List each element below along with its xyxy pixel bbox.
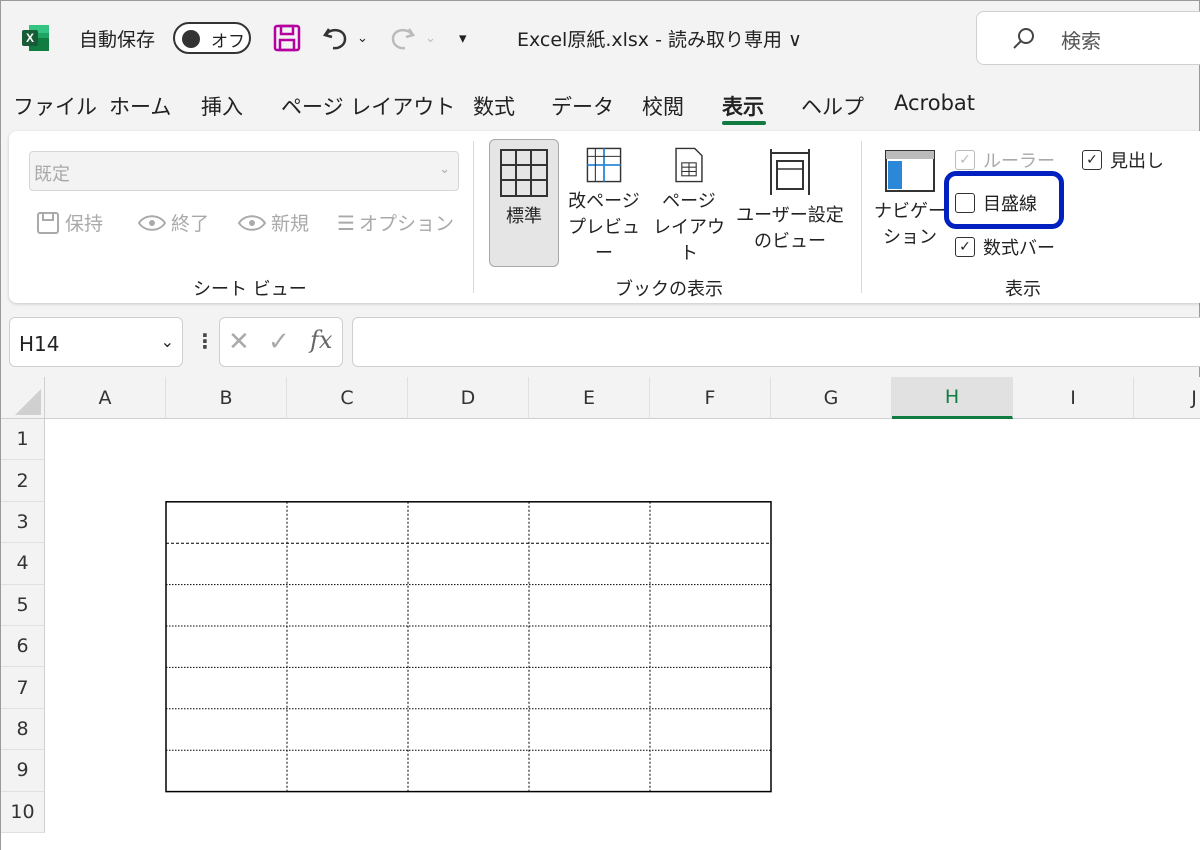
tab-data[interactable]: データ: [551, 91, 614, 121]
custom-views-icon: [770, 149, 810, 195]
page-layout-icon: [675, 147, 703, 183]
custom-views-button[interactable]: ユーザー設定 のビュー: [733, 139, 847, 267]
gridlines-highlight: [944, 171, 1064, 229]
view-options-button: ☰ オプション: [337, 209, 454, 236]
autosave-toggle[interactable]: オフ: [173, 22, 251, 54]
search-input[interactable]: 検索: [976, 11, 1200, 65]
insert-function-icon[interactable]: fx: [310, 326, 332, 354]
undo-dropdown-icon[interactable]: ⌄: [357, 21, 368, 55]
customize-toolbar-icon[interactable]: ▾: [459, 21, 467, 55]
enter-icon[interactable]: ✓: [268, 327, 290, 357]
save-icon: [37, 211, 59, 234]
checkbox-checked-icon: ✓: [955, 237, 975, 257]
page-break-preview-label: 改ページ プレビュー: [568, 191, 640, 264]
normal-view-button[interactable]: 標準: [489, 139, 559, 267]
bordered-table: [165, 501, 772, 793]
save-icon[interactable]: [271, 21, 303, 55]
toggle-label: オフ: [211, 32, 245, 52]
svg-text:X: X: [26, 31, 34, 45]
menu-bar: ファイル ホーム 挿入 ページ レイアウト 数式 データ 校閲 表示 ヘルプ A…: [1, 87, 1200, 125]
list-icon: ☰: [337, 210, 355, 235]
undo-icon[interactable]: [321, 21, 351, 55]
toggle-knob: [182, 30, 200, 48]
tab-file[interactable]: ファイル: [13, 91, 97, 121]
exit-view-label: 終了: [171, 213, 210, 235]
excel-logo-icon: X: [22, 25, 49, 51]
tab-acrobat[interactable]: Acrobat: [894, 91, 975, 115]
redo-icon[interactable]: [387, 21, 417, 55]
new-view-button: 新規: [237, 209, 309, 236]
keep-view-label: 保持: [65, 213, 104, 235]
sheet-view-select: 既定 ⌄: [29, 151, 459, 191]
active-tab-indicator: [722, 121, 766, 125]
headings-checkbox[interactable]: ✓ 見出し: [1082, 147, 1164, 173]
ribbon: 既定 ⌄ 保持 終了 新規 ☰ オプション シート ビュー 標準 改ページ プレ…: [9, 131, 1200, 303]
group-divider: [861, 141, 862, 293]
redo-dropdown-icon[interactable]: ⌄: [425, 21, 436, 55]
autosave-label: 自動保存: [79, 29, 156, 51]
page-break-preview-button[interactable]: 改ページ プレビュー: [565, 139, 643, 267]
ruler-label: ルーラー: [983, 151, 1055, 172]
formula-input[interactable]: [352, 317, 1200, 367]
sheet-view-group-label: シート ビュー: [193, 279, 307, 300]
formula-bar-checkbox[interactable]: ✓ 数式バー: [955, 234, 1055, 260]
group-divider: [473, 141, 474, 293]
chevron-down-icon[interactable]: ⌄: [161, 332, 174, 351]
grid-icon: [500, 149, 548, 197]
page-layout-view-label: ページ レイアウト: [653, 191, 725, 264]
navigation-label: ナビゲー ション: [874, 201, 946, 248]
name-box[interactable]: H14 ⌄: [9, 317, 183, 367]
navigation-button[interactable]: ナビゲー ション: [871, 139, 949, 267]
tab-home[interactable]: ホーム: [109, 91, 171, 121]
table-outer-border: [165, 501, 772, 793]
formula-buttons: ✕ ✓ fx: [219, 317, 343, 367]
tab-review[interactable]: 校閲: [642, 91, 684, 121]
title-bar: X 自動保存 オフ ⌄ ⌄ ▾ Excel原紙.xlsx - 読み取り専用 ∨ …: [1, 1, 1200, 77]
chevron-down-icon: ⌄: [439, 162, 450, 177]
ruler-checkbox: ✓ ルーラー: [955, 147, 1055, 173]
keep-view-button: 保持: [35, 209, 103, 236]
sheet-view-select-value: 既定: [34, 164, 70, 185]
checkbox-checked-icon: ✓: [955, 150, 975, 170]
tab-view[interactable]: 表示: [722, 91, 764, 121]
show-group-label: 表示: [1005, 279, 1041, 300]
document-title[interactable]: Excel原紙.xlsx - 読み取り専用 ∨: [517, 25, 802, 52]
search-placeholder: 検索: [1061, 29, 1101, 53]
search-icon: [1013, 28, 1034, 49]
more-options-icon[interactable]: ⋮: [195, 329, 215, 353]
headings-label: 見出し: [1110, 151, 1164, 172]
new-view-label: 新規: [271, 213, 310, 235]
checkbox-checked-icon: ✓: [1082, 150, 1102, 170]
page-break-icon: [586, 147, 622, 183]
exit-view-button: 終了: [137, 209, 209, 236]
custom-views-label: ユーザー設定 のビュー: [736, 205, 844, 252]
tab-insert[interactable]: 挿入: [201, 91, 243, 121]
tab-formulas[interactable]: 数式: [473, 91, 515, 121]
page-layout-view-button[interactable]: ページ レイアウト: [649, 139, 729, 267]
eye-close-icon: [137, 214, 167, 231]
name-box-value: H14: [19, 332, 60, 356]
view-options-label: オプション: [358, 213, 454, 235]
cancel-icon[interactable]: ✕: [228, 327, 250, 357]
workbook-view-group-label: ブックの表示: [615, 279, 723, 300]
eye-add-icon: [237, 214, 267, 231]
tab-page-layout[interactable]: ページ レイアウト: [281, 91, 455, 121]
normal-view-label: 標準: [506, 206, 542, 227]
tab-help[interactable]: ヘルプ: [801, 91, 864, 121]
formula-bar-label: 数式バー: [983, 238, 1055, 259]
spreadsheet-grid[interactable]: A B C D E F G H I J 1 2 3 4 5 6 7 8 9 10: [1, 377, 1200, 850]
navigation-pane-icon: [885, 150, 935, 192]
